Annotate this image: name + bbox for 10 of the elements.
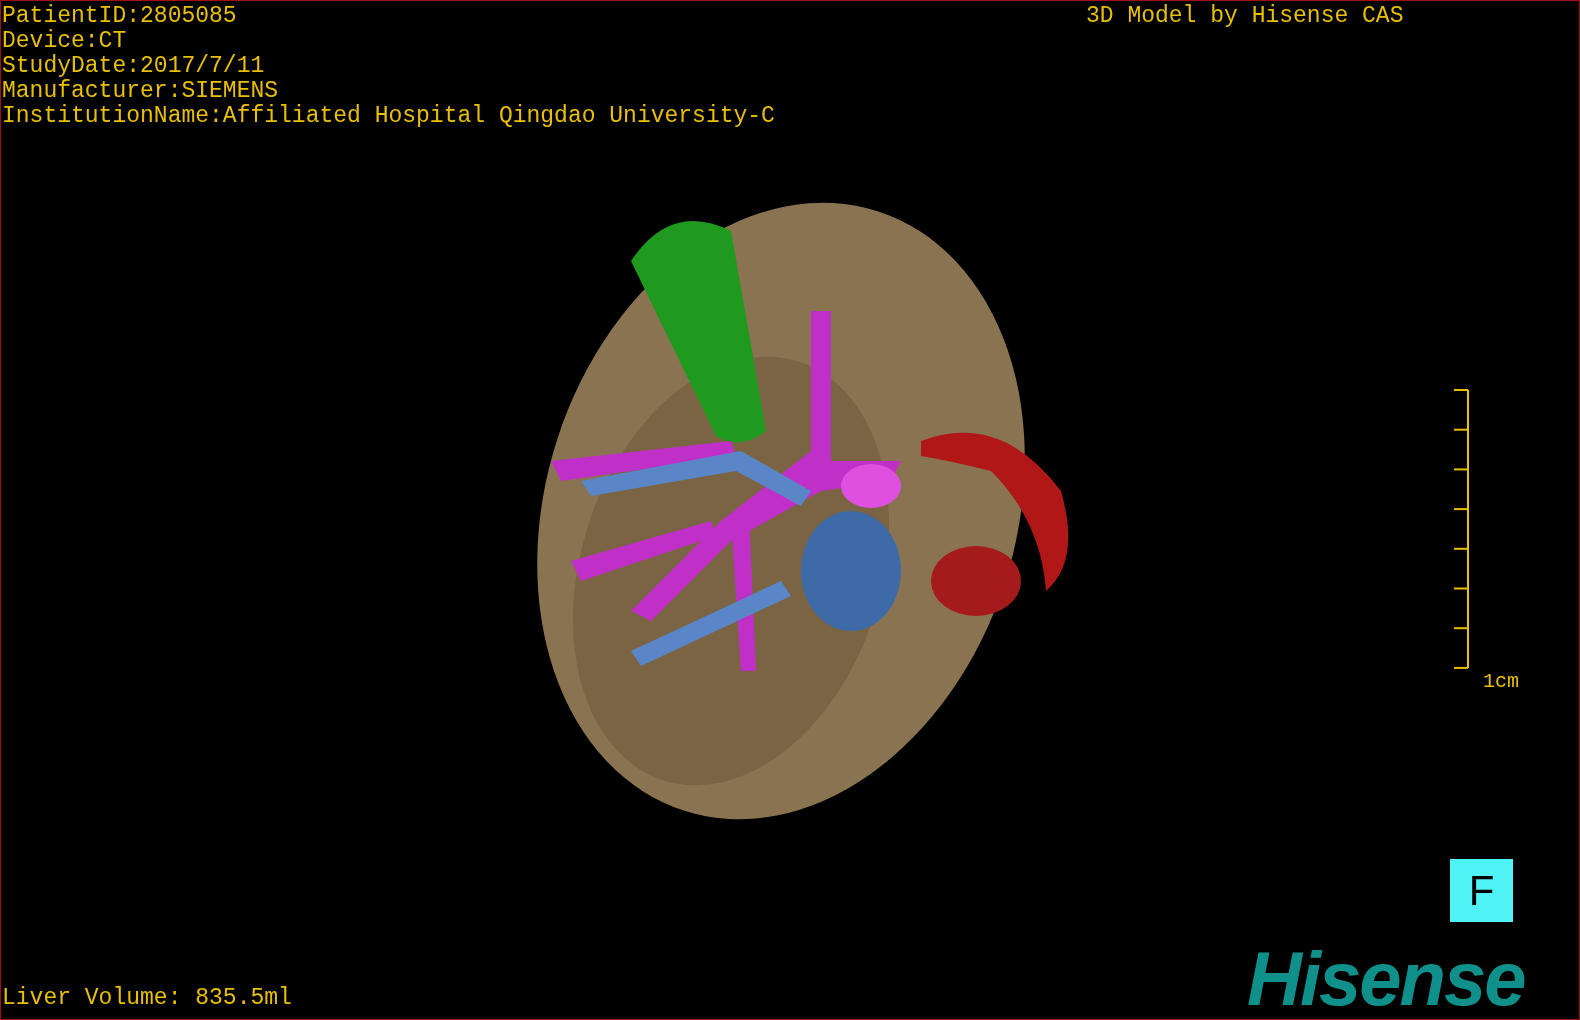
- orientation-label: F: [1450, 859, 1513, 922]
- liver-volume: Liver Volume: 835.5ml: [2, 986, 292, 1011]
- model-credit: 3D Model by Hisense CAS: [1086, 4, 1404, 29]
- info-text: StudyDate:2017/7/11: [2, 54, 266, 79]
- info-text: Manufacturer:SIEMENS: [2, 79, 280, 104]
- info-text: Device:CT: [2, 29, 128, 54]
- scale-label: 1cm: [1483, 669, 1519, 694]
- info-text: InstitutionName:Affiliated Hospital Qingdao University-C: [2, 104, 775, 129]
- info-text: PatientID:2805085: [2, 4, 238, 29]
- logo: Hisense: [1247, 939, 1525, 1019]
